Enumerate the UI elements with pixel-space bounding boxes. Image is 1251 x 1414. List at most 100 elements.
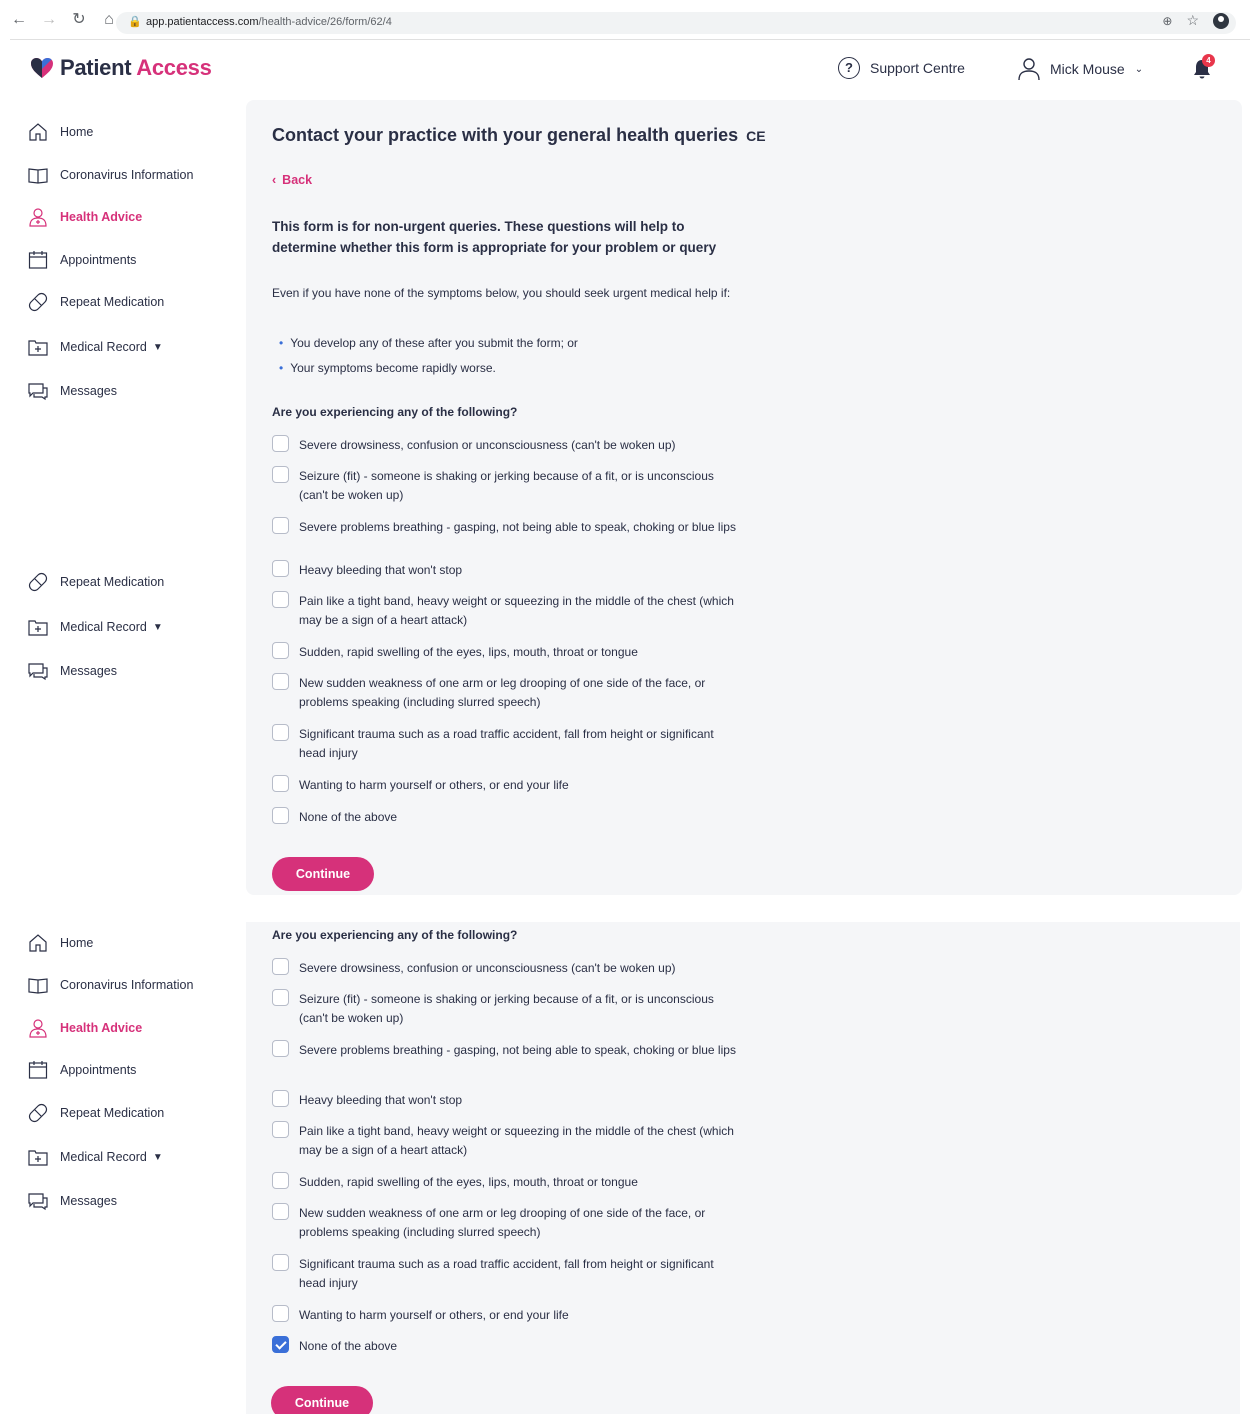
user-icon (1018, 58, 1040, 81)
form-intro: This form is for non-urgent queries. The… (272, 219, 717, 255)
page-title-text: Contact your practice with your general … (272, 125, 739, 145)
bullet-item: Your symptoms become rapidly worse. (279, 361, 496, 375)
medical-record-icon (28, 1150, 48, 1166)
checkbox[interactable] (272, 958, 289, 975)
calendar-icon (28, 251, 48, 269)
url-host: app.patientaccess.com (146, 16, 259, 28)
continue-button[interactable]: Continue (272, 857, 374, 891)
checkbox[interactable] (272, 807, 289, 824)
sidebar-label-medical-record: Medical Record (60, 1150, 147, 1164)
back-arrow-icon[interactable]: ← (10, 12, 28, 28)
notifications-button[interactable]: 4 (1193, 54, 1215, 84)
profile-icon[interactable] (1213, 12, 1229, 29)
checkbox[interactable] (272, 591, 289, 608)
symptom-option[interactable]: Pain like a tight band, heavy weight or … (272, 1121, 739, 1160)
add-icon[interactable]: ⊕ (1162, 14, 1172, 28)
sidebar-label-medical-record: Medical Record (60, 340, 147, 354)
sidebar-item-home[interactable]: Home (28, 122, 93, 142)
sidebar-item-home[interactable]: Home (28, 933, 93, 953)
symptom-option[interactable]: Severe problems breathing - gasping, not… (272, 1040, 739, 1060)
book-icon (28, 978, 48, 994)
sidebar-item-medical-record[interactable]: Medical Record ▼ (28, 617, 163, 637)
symptom-option[interactable]: New sudden weakness of one arm or leg dr… (272, 1203, 739, 1242)
sidebar-item-coronavirus[interactable]: Coronavirus Information (28, 975, 193, 995)
checkbox[interactable] (272, 642, 289, 659)
sidebar-item-coronavirus[interactable]: Coronavirus Information (28, 165, 193, 185)
sidebar-item-medical-record[interactable]: Medical Record ▼ (28, 1147, 163, 1167)
browser-nav: ← → ↻ ⌂ (10, 12, 118, 28)
ce-mark: CE (746, 128, 766, 144)
option-label: Wanting to harm yourself or others, or e… (299, 778, 569, 792)
logo[interactable]: Patient Access (30, 55, 212, 81)
symptom-option[interactable]: Heavy bleeding that won't stop (272, 1090, 739, 1110)
sidebar-item-messages[interactable]: Messages (28, 661, 117, 681)
checkbox[interactable] (272, 775, 289, 792)
symptom-option[interactable]: None of the above (272, 807, 739, 827)
checkbox[interactable] (272, 1090, 289, 1107)
forward-arrow-icon[interactable]: → (40, 12, 58, 28)
sidebar-item-appointments[interactable]: Appointments (28, 1060, 136, 1080)
sidebar-item-repeat-medication[interactable]: Repeat Medication (28, 1103, 164, 1123)
sidebar-item-health-advice[interactable]: Health Advice (28, 1018, 142, 1038)
checkbox[interactable] (272, 435, 289, 452)
checkbox[interactable] (272, 673, 289, 690)
sidebar-item-appointments[interactable]: Appointments (28, 250, 136, 270)
checkbox[interactable] (272, 517, 289, 534)
checkbox[interactable] (272, 724, 289, 741)
symptom-option[interactable]: New sudden weakness of one arm or leg dr… (272, 673, 739, 712)
sidebar-item-messages[interactable]: Messages (28, 1191, 117, 1211)
pill-icon (28, 292, 48, 312)
symptom-option[interactable]: Significant trauma such as a road traffi… (272, 724, 739, 763)
pill-icon (28, 1103, 48, 1123)
sidebar-label-messages: Messages (60, 384, 117, 398)
chevron-down-icon: ⌄ (1134, 63, 1144, 75)
symptom-option[interactable]: Pain like a tight band, heavy weight or … (272, 591, 739, 630)
address-bar[interactable]: 🔒 app.patientaccess.com/health-advice/26… (116, 12, 1236, 34)
checkbox[interactable] (272, 1203, 289, 1220)
symptom-option[interactable]: None of the above (272, 1336, 739, 1356)
symptom-option[interactable]: Sudden, rapid swelling of the eyes, lips… (272, 1172, 739, 1192)
symptom-option[interactable]: Severe drowsiness, confusion or unconsci… (272, 958, 739, 978)
sidebar-item-repeat-medication[interactable]: Repeat Medication (28, 292, 164, 312)
symptom-option[interactable]: Seizure (fit) - someone is shaking or je… (272, 466, 739, 505)
pill-icon (28, 572, 48, 592)
symptom-option[interactable]: Severe problems breathing - gasping, not… (272, 517, 739, 537)
sidebar-label-messages: Messages (60, 1194, 117, 1208)
symptom-option[interactable]: Wanting to harm yourself or others, or e… (272, 1305, 739, 1325)
divider (10, 39, 1250, 40)
symptom-option[interactable]: Sudden, rapid swelling of the eyes, lips… (272, 642, 739, 662)
reload-icon[interactable]: ↻ (70, 12, 88, 28)
symptom-option[interactable]: Seizure (fit) - someone is shaking or je… (272, 989, 739, 1028)
sidebar-label-medical-record: Medical Record (60, 620, 147, 634)
checkbox[interactable] (272, 1254, 289, 1271)
star-icon[interactable]: ☆ (1186, 12, 1199, 29)
sidebar-item-health-advice[interactable]: Health Advice (28, 207, 142, 227)
question-heading: Are you experiencing any of the followin… (272, 405, 518, 419)
checkbox[interactable] (272, 466, 289, 483)
user-menu[interactable]: Mick Mouse ⌄ (1018, 57, 1143, 81)
checkbox[interactable] (272, 1040, 289, 1057)
sidebar-item-messages[interactable]: Messages (28, 381, 117, 401)
support-centre-link[interactable]: ? Support Centre (838, 57, 965, 79)
option-label: None of the above (299, 810, 398, 824)
symptom-option[interactable]: Severe drowsiness, confusion or unconsci… (272, 435, 739, 455)
checkbox[interactable] (272, 1121, 289, 1138)
option-label: Heavy bleeding that won't stop (299, 1093, 463, 1107)
sidebar-item-repeat-medication[interactable]: Repeat Medication (28, 572, 164, 592)
symptom-option[interactable]: Wanting to harm yourself or others, or e… (272, 775, 739, 795)
checkbox-checked[interactable] (272, 1336, 289, 1353)
continue-button[interactable]: Continue (271, 1386, 373, 1414)
logo-text: Patient Access (60, 55, 212, 81)
checkbox[interactable] (272, 989, 289, 1006)
back-link[interactable]: ‹ Back (272, 173, 312, 187)
sidebar-item-medical-record[interactable]: Medical Record ▼ (28, 337, 163, 357)
sidebar-label-repeat-medication: Repeat Medication (60, 295, 165, 309)
checkbox[interactable] (272, 1172, 289, 1189)
health-advice-icon (29, 1019, 47, 1038)
symptom-option[interactable]: Heavy bleeding that won't stop (272, 560, 739, 580)
checkbox[interactable] (272, 560, 289, 577)
checkbox[interactable] (272, 1305, 289, 1322)
symptom-option[interactable]: Significant trauma such as a road traffi… (272, 1254, 739, 1293)
medical-record-icon (28, 340, 48, 356)
messages-icon (28, 663, 48, 681)
